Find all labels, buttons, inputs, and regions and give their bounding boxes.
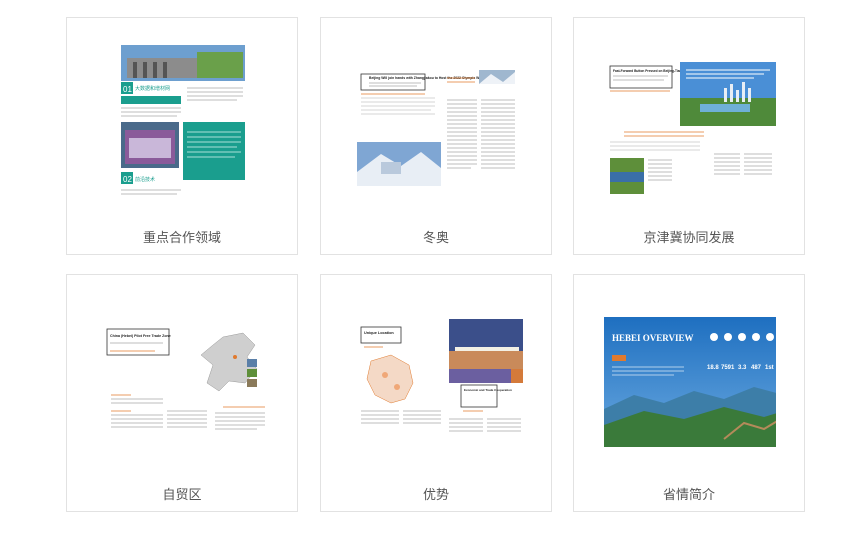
brochure-thumbnail: Fast-Forward Button Pressed on Beijing-T… <box>604 42 776 202</box>
card-caption: 优势 <box>422 487 449 502</box>
section-number-01: 01 <box>123 85 132 94</box>
stat-value: 1st <box>765 365 774 371</box>
section-number-02: 02 <box>123 175 132 184</box>
card-caption: 省情简介 <box>662 487 715 502</box>
gallery-card-province-overview[interactable]: HEBEI OVERVIEW 18.8 7591 3.3 487 1st 省情简… <box>573 274 805 512</box>
stat-value: 3.3 <box>738 365 747 371</box>
card-caption: 冬奥 <box>422 230 449 245</box>
stat-value: 487 <box>751 365 762 371</box>
article-headline: Economic and Trade Cooperation <box>464 388 512 392</box>
gallery-card-advantages[interactable]: Unique Location Economic and Trade Coope… <box>320 274 552 512</box>
gallery-card-coordinated-development[interactable]: Fast-Forward Button Pressed on Beijing-T… <box>573 17 805 255</box>
article-headline: China (Hebei) Pilot Free Trade Zone <box>110 334 171 338</box>
card-caption: 重点合作领域 <box>142 230 221 245</box>
brochure-thumbnail: 01 大数据和增材网 02 前沿技术 <box>97 42 269 202</box>
gallery-card-key-cooperation[interactable]: 01 大数据和增材网 02 前沿技术 重点合作领域 <box>66 17 298 255</box>
stat-value: 18.8 <box>707 365 719 371</box>
card-caption: 京津冀协同发展 <box>643 230 735 245</box>
brochure-thumbnail: China (Hebei) Pilot Free Trade Zone <box>97 299 269 459</box>
overview-title: HEBEI OVERVIEW <box>612 333 693 343</box>
article-headline: Unique Location <box>364 331 394 335</box>
section-title-02: 前沿技术 <box>135 176 155 183</box>
brochure-thumbnail: HEBEI OVERVIEW 18.8 7591 3.3 487 1st <box>604 299 776 459</box>
gallery-card-winter-olympics[interactable]: Beijing Will join hands with Zhangjiakou… <box>320 17 552 255</box>
card-caption: 自贸区 <box>162 487 202 502</box>
brochure-thumbnail: Unique Location Economic and Trade Coope… <box>351 299 523 459</box>
brochure-thumbnail: Beijing Will join hands with Zhangjiakou… <box>351 42 523 202</box>
gallery-card-free-trade-zone[interactable]: China (Hebei) Pilot Free Trade Zone 自贸区 <box>66 274 298 512</box>
stat-value: 7591 <box>721 365 735 371</box>
section-title-01: 大数据和增材网 <box>135 85 170 92</box>
